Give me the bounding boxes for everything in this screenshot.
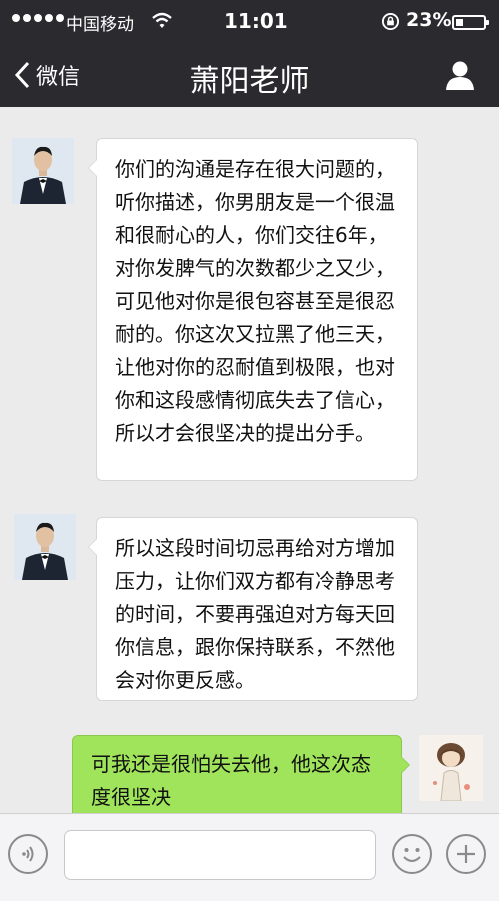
signal-icon bbox=[12, 14, 64, 22]
emoji-icon bbox=[403, 848, 421, 862]
teacher-avatar-image bbox=[12, 138, 74, 204]
voice-icon bbox=[22, 846, 34, 862]
message-text: 你们的沟通是存在很大问题的，听你描述，你男朋友是一个很温和很耐心的人，你们交往6… bbox=[115, 157, 395, 445]
incoming-message-bubble[interactable]: 你们的沟通是存在很大问题的，听你描述，你男朋友是一个很温和很耐心的人，你们交往6… bbox=[88, 138, 418, 481]
carrier-label: 中国移动 bbox=[66, 15, 134, 35]
more-button[interactable] bbox=[446, 834, 486, 874]
chat-messages[interactable]: 你们的沟通是存在很大问题的，听你描述，你男朋友是一个很温和很耐心的人，你们交往6… bbox=[0, 107, 499, 813]
teacher-avatar-image bbox=[14, 514, 76, 580]
lock-rotation-icon bbox=[381, 12, 400, 31]
avatar[interactable] bbox=[12, 138, 74, 204]
wifi-icon bbox=[152, 12, 172, 28]
battery-percent: 23% bbox=[406, 9, 452, 31]
message-text: 可我还是很怕失去他，他这次态度很坚决 bbox=[91, 752, 371, 809]
wechat-chat-screen: 中国移动 11:01 23% 微信 萧阳老师 你们的沟通是存在很大问题的，听你描… bbox=[0, 0, 499, 901]
voice-button[interactable] bbox=[8, 834, 48, 874]
status-time: 11:01 bbox=[224, 9, 288, 33]
profile-icon[interactable] bbox=[443, 58, 477, 92]
avatar[interactable] bbox=[419, 735, 483, 801]
header: 中国移动 11:01 23% 微信 萧阳老师 bbox=[0, 0, 499, 107]
user-avatar-image bbox=[419, 735, 483, 801]
input-bar bbox=[0, 813, 499, 901]
incoming-message-bubble[interactable]: 所以这段时间切忌再给对方增加压力，让你们双方都有冷静思考的时间，不要再强迫对方每… bbox=[88, 517, 418, 701]
plus-icon bbox=[457, 845, 475, 863]
message-text: 所以这段时间切忌再给对方增加压力，让你们双方都有冷静思考的时间，不要再强迫对方每… bbox=[115, 536, 395, 692]
outgoing-message-bubble[interactable]: 可我还是很怕失去他，他这次态度很坚决 bbox=[72, 735, 410, 813]
page-title: 萧阳老师 bbox=[189, 64, 310, 99]
status-bar: 中国移动 11:01 23% bbox=[0, 0, 499, 44]
navigation-bar: 微信 萧阳老师 bbox=[0, 44, 499, 107]
avatar[interactable] bbox=[14, 514, 76, 580]
message-input[interactable] bbox=[64, 830, 376, 880]
emoji-button[interactable] bbox=[392, 834, 432, 874]
battery-icon bbox=[452, 15, 489, 30]
